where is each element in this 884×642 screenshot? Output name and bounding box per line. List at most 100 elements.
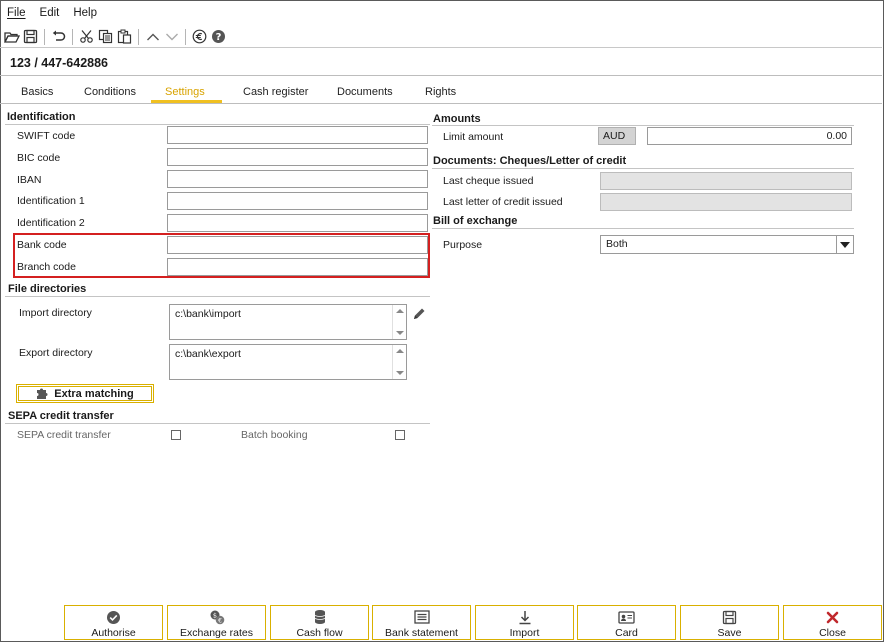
- section-bill-title: Bill of exchange: [433, 215, 518, 227]
- section-divider: [432, 125, 854, 126]
- paste-icon[interactable]: [115, 28, 134, 46]
- extra-matching-label: Extra matching: [54, 387, 134, 400]
- section-divider: [5, 296, 430, 297]
- close-button[interactable]: Close: [783, 605, 882, 640]
- section-identification-title: Identification: [7, 111, 76, 123]
- save-label: Save: [717, 627, 742, 639]
- currency-badge: AUD: [598, 127, 636, 145]
- close-icon: [826, 609, 839, 625]
- menu-help[interactable]: Help: [73, 7, 97, 19]
- chevron-down-icon[interactable]: [836, 236, 853, 253]
- exchange-rates-button[interactable]: $ € Exchange rates: [167, 605, 266, 640]
- exchange-icon: $ €: [209, 609, 225, 625]
- export-directory-scrollbar[interactable]: [392, 345, 406, 379]
- section-sepa-title: SEPA credit transfer: [8, 410, 114, 422]
- puzzle-icon: [36, 386, 50, 402]
- limit-amount-label: Limit amount: [443, 131, 504, 143]
- svg-text:€: €: [218, 618, 222, 625]
- sepa-credit-transfer-label: SEPA credit transfer: [17, 429, 111, 441]
- cash-flow-button[interactable]: Cash flow: [270, 605, 369, 640]
- help-icon[interactable]: ?: [209, 28, 228, 46]
- active-tab-indicator: [151, 100, 222, 103]
- card-button[interactable]: Card: [577, 605, 676, 640]
- toolbar-separator: [72, 28, 73, 45]
- import-icon: [518, 609, 532, 625]
- undo-icon[interactable]: [49, 28, 68, 46]
- save-icon: [722, 609, 737, 625]
- save-button[interactable]: Save: [680, 605, 779, 640]
- card-label: Card: [615, 627, 638, 639]
- purpose-label: Purpose: [443, 239, 483, 251]
- authorise-label: Authorise: [91, 627, 136, 639]
- limit-amount-field[interactable]: 0.00: [647, 127, 852, 145]
- pencil-icon[interactable]: [412, 307, 426, 324]
- copy-icon[interactable]: [96, 28, 115, 46]
- statement-icon: [413, 609, 430, 625]
- bottom-button-bar: Authorise $ € Exchange rates Cash flow Ba…: [0, 604, 882, 641]
- batch-booking-checkbox[interactable]: [395, 430, 405, 440]
- card-icon: [618, 609, 635, 625]
- tab-cash-register[interactable]: Cash register: [243, 86, 308, 98]
- record-title-bar: 123 / 447-642886: [0, 50, 882, 76]
- exchange-rates-label: Exchange rates: [180, 627, 253, 639]
- svg-text:?: ?: [216, 32, 222, 43]
- sepa-credit-transfer-checkbox[interactable]: [171, 430, 181, 440]
- tab-bar: Basics Conditions Settings Cash register…: [0, 80, 882, 104]
- open-icon[interactable]: [2, 28, 21, 46]
- import-directory-scrollbar[interactable]: [392, 305, 406, 339]
- record-title: 123 / 447-642886: [10, 55, 109, 70]
- authorise-button[interactable]: Authorise: [64, 605, 163, 640]
- bank-statement-label: Bank statement: [385, 627, 458, 639]
- tab-documents[interactable]: Documents: [337, 86, 393, 98]
- toolbar-separator: [185, 28, 186, 45]
- section-divider: [5, 124, 430, 125]
- tab-basics[interactable]: Basics: [21, 86, 53, 98]
- check-circle-icon: [106, 609, 121, 625]
- identification-2-field[interactable]: [167, 214, 428, 232]
- up-icon[interactable]: [143, 28, 162, 46]
- last-cheque-field: [600, 172, 852, 190]
- toolbar-separator: [138, 28, 139, 45]
- tab-conditions[interactable]: Conditions: [84, 86, 136, 98]
- swift-code-field[interactable]: [167, 126, 428, 144]
- tab-rights[interactable]: Rights: [425, 86, 456, 98]
- euro-icon[interactable]: [190, 28, 209, 46]
- export-directory-field[interactable]: c:\bank\export: [169, 344, 407, 380]
- import-directory-value: c:\bank\import: [175, 308, 241, 320]
- identification-1-label: Identification 1: [17, 195, 85, 207]
- extra-matching-button[interactable]: Extra matching: [16, 384, 154, 403]
- section-divider: [432, 168, 854, 169]
- import-button[interactable]: Import: [475, 605, 574, 640]
- identification-2-label: Identification 2: [17, 217, 85, 229]
- bank-statement-button[interactable]: Bank statement: [372, 605, 471, 640]
- section-file-directories-title: File directories: [8, 283, 87, 295]
- toolbar-separator: [44, 28, 45, 45]
- last-cheque-label: Last cheque issued: [443, 175, 534, 187]
- section-documents-title: Documents: Cheques/Letter of credit: [433, 155, 627, 167]
- menu-edit[interactable]: Edit: [40, 7, 60, 19]
- identification-1-field[interactable]: [167, 192, 428, 210]
- import-directory-label: Import directory: [19, 307, 92, 319]
- save-icon[interactable]: [21, 28, 40, 46]
- tab-settings[interactable]: Settings: [165, 86, 205, 98]
- toolbar: ?: [0, 26, 882, 48]
- cash-flow-label: Cash flow: [296, 627, 343, 639]
- section-amounts-title: Amounts: [433, 113, 481, 125]
- iban-field[interactable]: [167, 170, 428, 188]
- last-letter-field: [600, 193, 852, 211]
- last-letter-label: Last letter of credit issued: [443, 196, 563, 208]
- purpose-select[interactable]: Both: [600, 235, 854, 254]
- batch-booking-label: Batch booking: [241, 429, 308, 441]
- menu-bar: File Edit Help: [0, 0, 882, 26]
- bic-code-field[interactable]: [167, 148, 428, 166]
- menu-file[interactable]: File: [7, 7, 26, 19]
- export-directory-label: Export directory: [19, 347, 93, 359]
- import-directory-field[interactable]: c:\bank\import: [169, 304, 407, 340]
- down-icon[interactable]: [162, 28, 181, 46]
- export-directory-value: c:\bank\export: [175, 348, 241, 360]
- cut-icon[interactable]: [77, 28, 96, 46]
- swift-code-label: SWIFT code: [17, 130, 76, 142]
- purpose-value: Both: [606, 238, 628, 250]
- section-divider: [5, 423, 430, 424]
- close-label: Close: [819, 627, 846, 639]
